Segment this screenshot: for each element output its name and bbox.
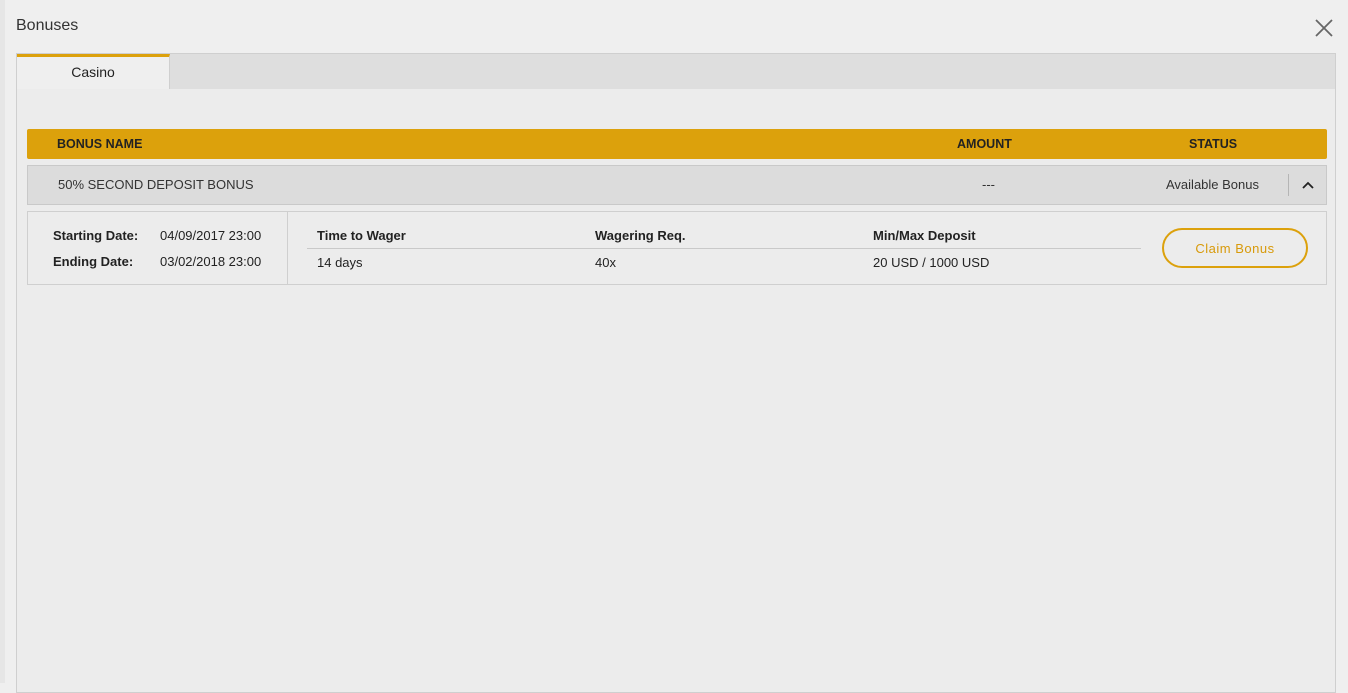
window-title: Bonuses [16, 17, 79, 34]
tab-bar: Casino [17, 54, 1335, 89]
amount-cell: --- [982, 177, 995, 192]
wagering-req-label: Wagering Req. [595, 228, 686, 243]
time-to-wager-label: Time to Wager [317, 228, 406, 243]
bonus-dates: Starting Date: 04/09/2017 23:00 Ending D… [28, 212, 288, 284]
header-amount: AMOUNT [957, 137, 1012, 151]
bonus-details: Starting Date: 04/09/2017 23:00 Ending D… [27, 211, 1327, 285]
tab-casino[interactable]: Casino [17, 54, 170, 89]
header-status: STATUS [1189, 137, 1238, 151]
claim-bonus-button[interactable]: Claim Bonus [1162, 228, 1308, 268]
min-max-deposit-label: Min/Max Deposit [873, 228, 976, 243]
time-to-wager-value: 14 days [317, 255, 363, 270]
bonuses-panel: Casino BONUS NAME AMOUNT STATUS 50% SECO… [16, 53, 1336, 693]
chevron-up-icon [1302, 181, 1314, 189]
wagering-req-value: 40x [595, 255, 616, 270]
collapse-button[interactable] [1296, 174, 1320, 196]
min-max-deposit-value: 20 USD / 1000 USD [873, 255, 990, 270]
row-divider [1288, 174, 1289, 196]
close-icon [1315, 19, 1333, 37]
bonus-name-cell: 50% SECOND DEPOSIT BONUS [58, 177, 254, 192]
bonus-table-header: BONUS NAME AMOUNT STATUS [27, 129, 1327, 159]
details-divider [307, 248, 1141, 249]
close-button[interactable] [1312, 16, 1336, 40]
status-cell: Available Bonus [1166, 177, 1259, 192]
starting-date-value: 04/09/2017 23:00 [160, 228, 262, 243]
bonuses-window: Bonuses Casino BONUS NAME AMOUNT STATUS … [0, 0, 1348, 693]
header-bonus-name: BONUS NAME [57, 137, 143, 151]
starting-date-label: Starting Date: [53, 228, 139, 243]
ending-date-value: 03/02/2018 23:00 [160, 254, 262, 269]
window-edge [0, 0, 5, 683]
ending-date-label: Ending Date: [53, 254, 134, 269]
table-row[interactable]: 50% SECOND DEPOSIT BONUS --- Available B… [27, 165, 1327, 205]
